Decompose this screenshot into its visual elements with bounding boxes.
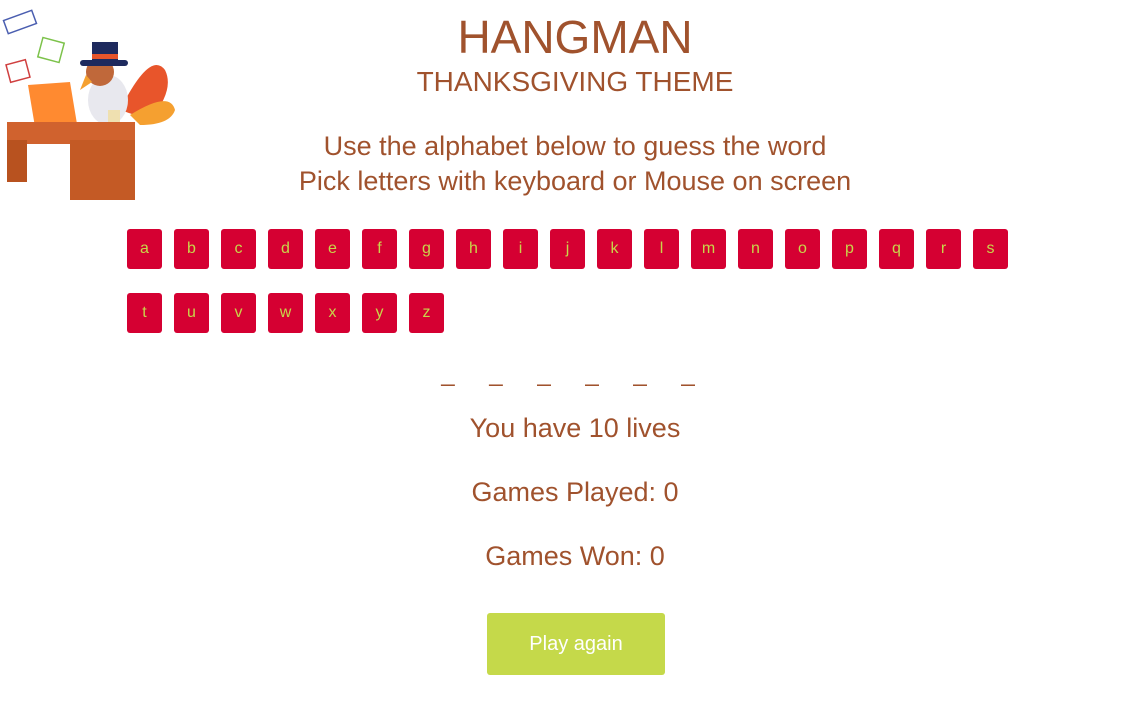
letter-key-n[interactable]: n: [738, 229, 773, 269]
letter-key-h[interactable]: h: [456, 229, 491, 269]
letter-key-y[interactable]: y: [362, 293, 397, 333]
letter-key-s[interactable]: s: [973, 229, 1008, 269]
letter-key-k[interactable]: k: [597, 229, 632, 269]
letter-key-u[interactable]: u: [174, 293, 209, 333]
letter-key-c[interactable]: c: [221, 229, 256, 269]
letter-key-l[interactable]: l: [644, 229, 679, 269]
lives-counter: You have 10 lives: [469, 413, 681, 443]
letter-key-j[interactable]: j: [550, 229, 585, 269]
instruction-line-2: Pick letters with keyboard or Mouse on s…: [298, 166, 852, 196]
letter-key-r[interactable]: r: [926, 229, 961, 269]
letter-key-g[interactable]: g: [409, 229, 444, 269]
letter-key-a[interactable]: a: [127, 229, 162, 269]
letter-key-i[interactable]: i: [503, 229, 538, 269]
letter-key-e[interactable]: e: [315, 229, 350, 269]
letter-key-t[interactable]: t: [127, 293, 162, 333]
games-won: Games Won: 0: [485, 541, 665, 571]
letter-key-m[interactable]: m: [691, 229, 726, 269]
letter-key-v[interactable]: v: [221, 293, 256, 333]
letter-key-d[interactable]: d: [268, 229, 303, 269]
word-blanks: _ _ _ _ _ _: [441, 360, 709, 387]
letter-key-p[interactable]: p: [832, 229, 867, 269]
page-title: HANGMAN: [457, 11, 693, 63]
letter-key-w[interactable]: w: [268, 293, 303, 333]
alphabet-keyboard: abcdefghijklmnopqrs tuvwxyz: [127, 229, 1027, 333]
instruction-line-1: Use the alphabet below to guess the word: [323, 131, 827, 161]
letter-key-q[interactable]: q: [879, 229, 914, 269]
letter-key-o[interactable]: o: [785, 229, 820, 269]
letter-key-f[interactable]: f: [362, 229, 397, 269]
letter-key-z[interactable]: z: [409, 293, 444, 333]
games-played: Games Played: 0: [471, 477, 679, 507]
play-again-button[interactable]: Play again: [487, 613, 665, 675]
letter-key-b[interactable]: b: [174, 229, 209, 269]
letter-key-x[interactable]: x: [315, 293, 350, 333]
page-subtitle: THANKSGIVING THEME: [416, 66, 734, 97]
